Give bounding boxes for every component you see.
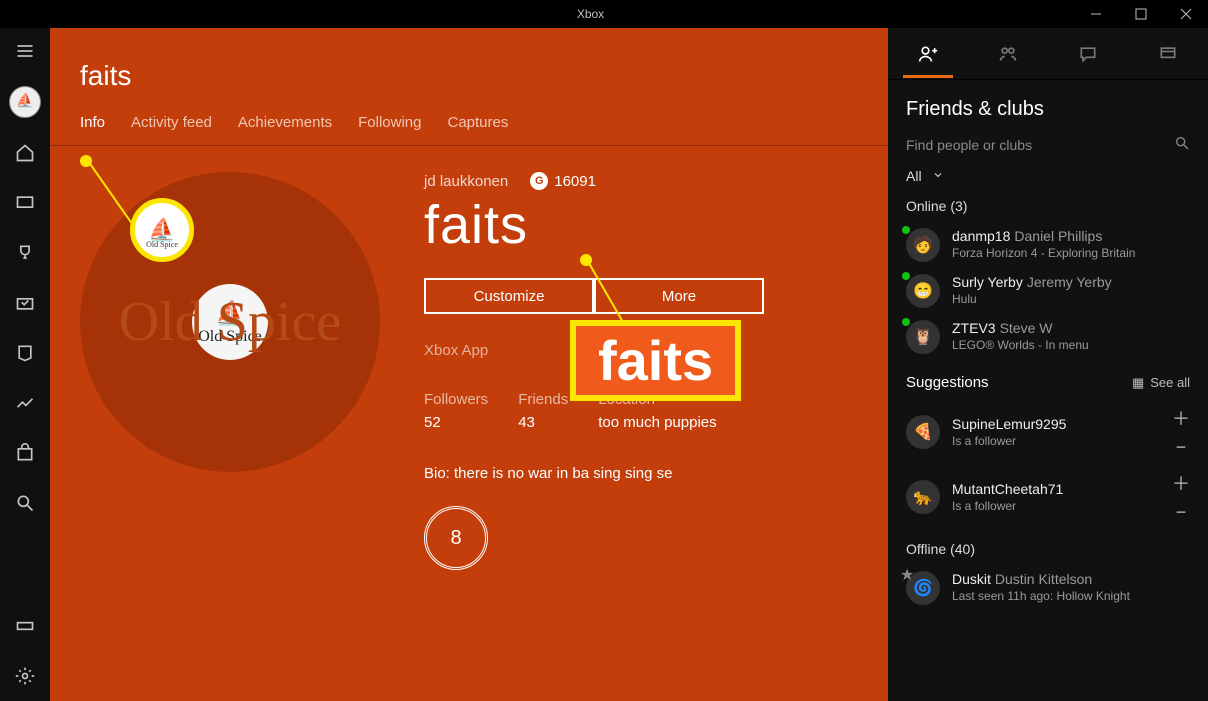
window-title: Xbox [108,7,1073,21]
settings-icon[interactable] [0,661,50,691]
annotation-dot [580,254,592,266]
page-title: faits [80,60,888,92]
gamerscore-icon: G [530,172,548,190]
gamerscore-value: 16091 [554,173,596,190]
avatar: 🐆 [906,480,940,514]
clubs-icon[interactable] [0,338,50,368]
online-header: Online (3) [888,198,1208,222]
captures-icon[interactable] [0,288,50,318]
friends-panel: Friends & clubs Find people or clubs All… [888,28,1208,701]
suggestion-row[interactable]: 🍕SupineLemur9295Is a follower＋− [888,399,1208,464]
avatar: 🦉 [906,320,940,354]
presence-dot [902,226,910,234]
close-button[interactable] [1163,0,1208,28]
friends-value: 43 [518,414,568,431]
add-friend-icon[interactable]: ＋ [1172,405,1190,431]
tenure-badge: 8 [424,506,488,570]
friend-row[interactable]: 😁Surly YerbyJeremy YerbyHulu [888,268,1208,314]
friends-tab-icon[interactable] [908,44,948,64]
tab-captures[interactable]: Captures [448,114,509,131]
tab-following[interactable]: Following [358,114,421,131]
connect-icon[interactable] [0,188,50,218]
avatar: 🍕 [906,415,940,449]
nav-rail [0,28,50,701]
annotation-avatar-highlight [130,198,194,262]
refresh-icon[interactable] [56,6,70,23]
tab-activity-feed[interactable]: Activity feed [131,114,212,131]
maximize-button[interactable] [1118,0,1163,28]
bio-text: Bio: there is no war in ba sing sing se [424,465,764,482]
profile-pane: faits faits Info Activity feed Achieveme… [50,28,888,701]
gamertag: faits [424,194,764,256]
suggestions-header: Suggestions [906,374,989,391]
title-bar: Xbox [0,0,1208,28]
multitask-icon[interactable] [94,6,108,23]
gamerpic-image: Old Spice [192,284,268,360]
tab-achievements[interactable]: Achievements [238,114,332,131]
suggestion-row[interactable]: 🐆MutantCheetah71Is a follower＋− [888,464,1208,529]
chevron-down-icon [932,168,944,184]
tab-info[interactable]: Info [80,114,105,131]
friend-row[interactable]: ★🌀DuskitDustin KittelsonLast seen 11h ag… [888,565,1208,611]
more-button[interactable]: More [594,278,764,314]
party-tab-icon[interactable] [988,44,1028,64]
gamebar-icon[interactable] [0,611,50,641]
dismiss-icon[interactable]: − [1176,502,1187,523]
trending-icon[interactable] [0,388,50,418]
friend-row[interactable]: 🧑danmp18Daniel PhillipsForza Horizon 4 -… [888,222,1208,268]
offline-header: Offline (40) [888,529,1208,565]
search-icon[interactable] [0,488,50,518]
presence-dot [902,272,910,280]
search-input[interactable]: Find people or clubs [906,137,1032,153]
followers-label: Followers [424,391,488,408]
messages-tab-icon[interactable] [1068,44,1108,64]
store-icon[interactable] [0,438,50,468]
annotation-callout: faits [570,320,741,401]
back-icon[interactable] [18,6,32,23]
friends-label: Friends [518,391,568,408]
favorite-star-icon: ★ [900,565,914,585]
location-value: too much puppies [598,414,716,431]
activity-tab-icon[interactable] [1148,44,1188,64]
avatar: 😁 [906,274,940,308]
profile-tabs: Info Activity feed Achievements Followin… [80,114,888,145]
presence-dot [902,318,910,326]
add-friend-icon[interactable]: ＋ [1172,470,1190,496]
friends-header: Friends & clubs [888,80,1208,135]
friend-row[interactable]: 🦉ZTEV3Steve WLEGO® Worlds - In menu [888,314,1208,360]
minimize-button[interactable] [1073,0,1118,28]
dismiss-icon[interactable]: − [1176,437,1187,458]
achievements-icon[interactable] [0,238,50,268]
gamerpic[interactable]: Old Spice Old Spice [80,172,380,472]
avatar: 🧑 [906,228,940,262]
followers-value: 52 [424,414,488,431]
filter-dropdown[interactable]: All [888,168,1208,198]
search-icon[interactable] [1174,135,1190,154]
annotation-dot [80,155,92,167]
hamburger-icon[interactable] [0,36,50,66]
profile-avatar-icon[interactable] [9,86,41,118]
real-name: jd laukkonen [424,173,508,190]
home-icon[interactable] [0,138,50,168]
see-all-link[interactable]: ▦ See all [1132,375,1190,391]
customize-button[interactable]: Customize [424,278,594,314]
